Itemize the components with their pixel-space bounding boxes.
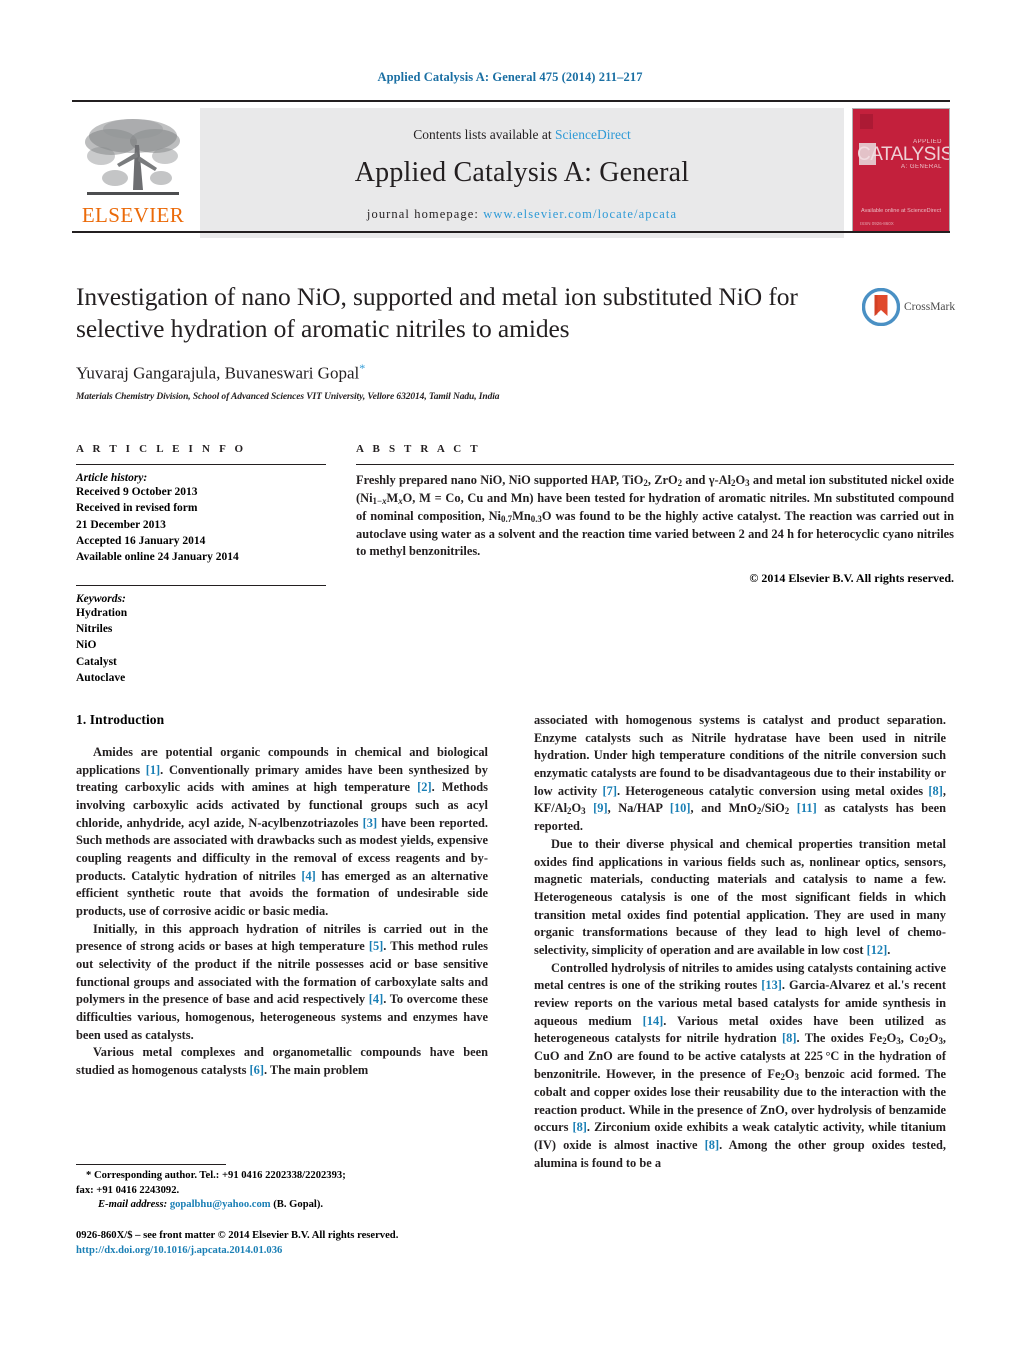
- paragraph: associated with homogenous systems is ca…: [534, 713, 946, 834]
- running-head: Applied Catalysis A: General 475 (2014) …: [377, 70, 643, 84]
- elsevier-tree-icon: [85, 119, 180, 195]
- keyword-item: NiO: [76, 639, 97, 652]
- article-info-rule: [76, 464, 326, 465]
- article-history-item: 21 December 2013: [76, 518, 166, 531]
- journal-homepage-line: journal homepage: www.elsevier.com/locat…: [367, 207, 677, 222]
- body-column-right: associated with homogenous systems is ca…: [534, 712, 946, 1172]
- article-page: Applied Catalysis A: General 475 (2014) …: [0, 0, 1020, 1351]
- fax-note: fax: +91 0416 2243092.: [76, 1184, 180, 1196]
- contents-available-line: Contents lists available at ScienceDirec…: [413, 127, 630, 143]
- paragraph: Various metal complexes and organometall…: [76, 1045, 488, 1078]
- title-block: Investigation of nano NiO, supported and…: [76, 281, 866, 402]
- keyword-item: Catalyst: [76, 655, 117, 668]
- abstract-heading: A B S T R A C T: [356, 443, 481, 455]
- cover-title: CATALYSIS: [857, 144, 950, 165]
- cover-subtitle-bottom: A: GENERAL: [900, 164, 942, 170]
- article-history-label: Article history:: [76, 472, 148, 484]
- keyword-item: Autoclave: [76, 671, 126, 684]
- elsevier-logo: ELSEVIER: [72, 108, 194, 238]
- cover-footer-note: Available online at ScienceDirect: [861, 207, 941, 214]
- author-names: Yuvaraj Gangarajula, Buvaneswari Gopal: [76, 363, 360, 383]
- email-label: E-mail address:: [98, 1199, 168, 1211]
- article-history-item: Available online 24 January 2014: [76, 551, 239, 564]
- article-history-item: Accepted 16 January 2014: [76, 534, 206, 547]
- crossmark-label: CrossMark: [904, 301, 956, 313]
- article-history-item: Received in revised form: [76, 502, 198, 515]
- keywords-rule: [76, 584, 326, 586]
- paragraph: Amides are potential organic compounds i…: [76, 745, 488, 919]
- email-note: E-mail address: gopalbhu@yahoo.com (B. G…: [76, 1198, 488, 1213]
- homepage-prefix: journal homepage:: [366, 206, 484, 221]
- abstract-text: Freshly prepared nano NiO, NiO supported…: [356, 473, 954, 559]
- keyword-item: Nitriles: [76, 622, 113, 635]
- abstract-column: A B S T R A C T Freshly prepared nano Ni…: [356, 443, 954, 686]
- journal-title: Applied Catalysis A: General: [354, 156, 690, 188]
- footnote-rule: [76, 1164, 226, 1165]
- journal-homepage-link[interactable]: www.elsevier.com/locate/apcata: [483, 207, 677, 221]
- corresponding-author-note: * Corresponding author. Tel.: +91 0416 2…: [86, 1170, 346, 1181]
- email-suffix: (B. Gopal).: [273, 1199, 324, 1211]
- corresponding-author-marker: *: [359, 361, 366, 376]
- cover-issn-note: ISSN 0926-860X: [860, 221, 894, 226]
- paragraph: Initially, in this approach hydration of…: [76, 921, 489, 1042]
- body-column-left: 1. Introduction Amides are potential org…: [76, 712, 488, 1080]
- crossmark-badge[interactable]: CrossMark: [862, 287, 958, 327]
- article-info-column: A R T I C L E I N F O Article history: R…: [76, 443, 326, 686]
- paragraph: Controlled hydrolysis of nitriles to ami…: [534, 960, 946, 1170]
- email-link[interactable]: gopalbhu@yahoo.com: [170, 1199, 271, 1210]
- abstract-rule: [356, 464, 954, 465]
- section-heading-introduction: 1. Introduction: [76, 712, 165, 727]
- masthead-bottom-rule: [72, 231, 950, 233]
- journal-band: Contents lists available at ScienceDirec…: [200, 108, 844, 238]
- journal-masthead: ELSEVIER Contents lists available at Sci…: [72, 100, 950, 238]
- keywords-label: Keywords:: [76, 592, 126, 605]
- keyword-item: Hydration: [76, 606, 128, 619]
- elsevier-wordmark: ELSEVIER: [81, 203, 185, 227]
- contents-prefix: Contents lists available at: [413, 126, 555, 142]
- paragraph: Due to their diverse physical and chemic…: [534, 836, 946, 957]
- page-title: Investigation of nano NiO, supported and…: [76, 282, 798, 343]
- author-list: Yuvaraj Gangarajula, Buvaneswari Gopal*: [76, 361, 866, 384]
- footnote-block: * Corresponding author. Tel.: +91 0416 2…: [76, 1164, 488, 1213]
- cover-image: APPLIED CATALYSIS A: GENERAL Available o…: [852, 108, 950, 232]
- imprint-block: 0926-860X/$ – see front matter © 2014 El…: [76, 1228, 506, 1258]
- crossmark-icon: [862, 288, 900, 326]
- journal-cover-thumbnail: APPLIED CATALYSIS A: GENERAL Available o…: [850, 108, 950, 238]
- article-info-heading: A R T I C L E I N F O: [76, 443, 247, 455]
- article-history-item: Received 9 October 2013: [76, 486, 198, 498]
- affiliation: Materials Chemistry Division, School of …: [76, 391, 500, 402]
- sciencedirect-link[interactable]: ScienceDirect: [555, 127, 631, 142]
- abstract-copyright: © 2014 Elsevier B.V. All rights reserved…: [749, 570, 954, 585]
- info-abstract-region: A R T I C L E I N F O Article history: R…: [76, 443, 954, 686]
- doi-link[interactable]: http://dx.doi.org/10.1016/j.apcata.2014.…: [76, 1245, 282, 1256]
- cover-elsevier-mark-icon: [860, 114, 873, 129]
- issn-line: 0926-860X/$ – see front matter © 2014 El…: [76, 1230, 399, 1241]
